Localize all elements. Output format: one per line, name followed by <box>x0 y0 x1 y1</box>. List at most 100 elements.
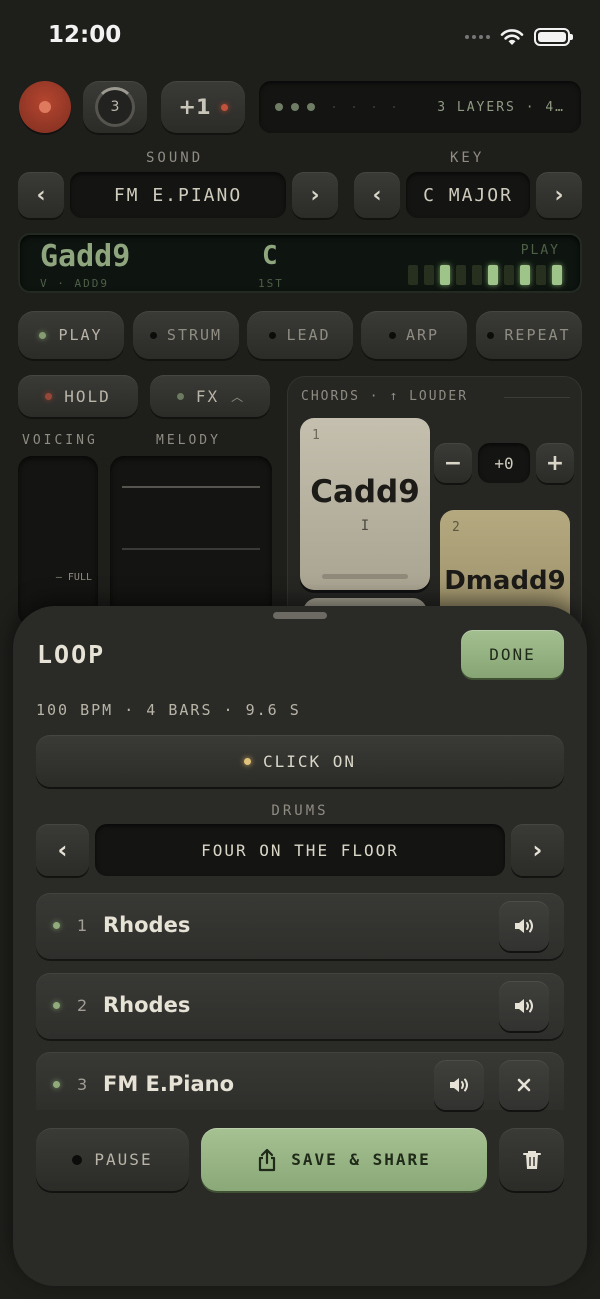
display-note: C <box>262 241 278 271</box>
track-row[interactable]: 1 Rhodes <box>36 893 564 959</box>
track-num: 2 <box>77 996 88 1015</box>
melody-line <box>122 548 260 550</box>
share-icon <box>259 1148 276 1171</box>
record-dot-icon <box>39 101 51 113</box>
pause-button[interactable]: PAUSE <box>36 1128 189 1191</box>
plus-one-led <box>220 103 228 111</box>
melody-pad[interactable] <box>110 456 272 626</box>
lead-led <box>269 331 277 339</box>
voicing-slider[interactable]: — FULL <box>18 456 98 626</box>
key-next-button[interactable]: › <box>536 172 582 218</box>
minus-icon: − <box>443 450 463 476</box>
chord-card-num: 1 <box>312 428 320 443</box>
track-num: 3 <box>77 1075 88 1094</box>
done-label: DONE <box>489 644 536 664</box>
fx-button[interactable]: FX ︿ <box>150 375 270 417</box>
chord-card-name: Cadd9 <box>310 474 420 510</box>
chevron-left-icon: ‹ <box>57 836 68 864</box>
status-icons <box>465 28 573 46</box>
delete-loop-button[interactable] <box>499 1128 564 1191</box>
chord-card-bar <box>322 574 408 579</box>
sound-value: FM E.PIANO <box>113 184 243 206</box>
drums-label: DRUMS <box>271 803 329 819</box>
mode-arp-button[interactable]: ARP <box>361 311 467 359</box>
layers-display[interactable]: 3 LAYERS · 4… <box>259 81 581 133</box>
key-prev-button[interactable]: ‹ <box>354 172 400 218</box>
track-row[interactable]: 2 Rhodes <box>36 973 564 1039</box>
hold-label: HOLD <box>64 386 111 406</box>
transpose-display: +0 <box>478 443 530 483</box>
track-num: 1 <box>77 916 88 935</box>
display-meter <box>408 265 562 285</box>
sheet-grabber[interactable] <box>273 612 327 619</box>
fx-label: FX <box>195 386 220 406</box>
sound-label: SOUND <box>146 150 204 166</box>
layers-text: 3 LAYERS · 4… <box>437 99 565 115</box>
pause-label: PAUSE <box>94 1150 153 1169</box>
chevron-right-icon: › <box>532 836 543 864</box>
track-mute-button[interactable] <box>434 1060 484 1110</box>
wifi-icon <box>500 29 524 45</box>
drums-next-button[interactable]: › <box>511 824 564 876</box>
speaker-icon <box>450 1078 468 1092</box>
speaker-icon <box>515 919 533 933</box>
key-label: KEY <box>450 150 485 166</box>
click-label: CLICK ON <box>262 751 357 771</box>
plus-icon: + <box>545 450 565 476</box>
count-badge: 3 <box>110 99 120 115</box>
click-toggle[interactable]: CLICK ON <box>36 735 564 787</box>
count-dial-button[interactable]: 3 <box>83 81 147 133</box>
track-led <box>53 922 60 929</box>
trash-icon <box>522 1150 541 1169</box>
speaker-icon <box>515 999 533 1013</box>
display-mode: PLAY <box>520 243 560 258</box>
track-name: Rhodes <box>103 993 191 1017</box>
mode-repeat-label: REPEAT <box>504 326 571 344</box>
chord-card-roman: I <box>360 518 370 534</box>
chords-header: CHORDS · ↑ LOUDER <box>301 389 469 404</box>
voicing-label: VOICING <box>22 433 98 448</box>
sound-display[interactable]: FM E.PIANO <box>70 172 286 218</box>
voicing-marker: — FULL <box>55 572 92 583</box>
mode-arp-label: ARP <box>405 326 440 344</box>
loop-info: 100 BPM · 4 BARS · 9.6 S <box>36 701 301 719</box>
sound-next-button[interactable]: › <box>292 172 338 218</box>
signal-icon <box>465 35 490 39</box>
loop-title: LOOP <box>37 640 106 669</box>
save-share-label: SAVE & SHARE <box>291 1150 431 1169</box>
transpose-up-button[interactable]: + <box>536 443 574 483</box>
chord-card-1[interactable]: 1 Cadd9 I <box>300 418 430 590</box>
track-row[interactable]: 3 FM E.Piano <box>36 1052 564 1110</box>
drums-display[interactable]: FOUR ON THE FLOOR <box>95 824 505 876</box>
track-led <box>53 1081 60 1088</box>
hold-button[interactable]: HOLD <box>18 375 138 417</box>
sound-prev-button[interactable]: ‹ <box>18 172 64 218</box>
chord-card-num: 2 <box>452 520 460 535</box>
chevron-left-icon: ‹ <box>36 182 46 208</box>
track-delete-button[interactable] <box>499 1060 549 1110</box>
display-note-sub: 1ST <box>258 277 284 290</box>
transpose-value: +0 <box>494 453 514 473</box>
play-led <box>39 331 47 339</box>
key-value: C MAJOR <box>423 184 513 206</box>
track-name: FM E.Piano <box>103 1072 235 1096</box>
record-button[interactable] <box>19 81 71 133</box>
mode-strum-button[interactable]: STRUM <box>133 311 239 359</box>
hold-led <box>45 392 53 400</box>
header-divider <box>504 397 570 398</box>
track-mute-button[interactable] <box>499 981 549 1031</box>
track-mute-button[interactable] <box>499 901 549 951</box>
transpose-down-button[interactable]: − <box>434 443 472 483</box>
pause-led <box>72 1154 83 1165</box>
done-button[interactable]: DONE <box>461 630 564 678</box>
mode-lead-label: LEAD <box>286 326 331 344</box>
mode-play-label: PLAY <box>58 326 103 344</box>
key-display[interactable]: C MAJOR <box>406 172 530 218</box>
plus-one-button[interactable]: +1 <box>161 81 245 133</box>
mode-lead-button[interactable]: LEAD <box>247 311 353 359</box>
mode-repeat-button[interactable]: REPEAT <box>476 311 582 359</box>
save-share-button[interactable]: SAVE & SHARE <box>201 1128 487 1191</box>
drums-prev-button[interactable]: ‹ <box>36 824 89 876</box>
repeat-led <box>487 331 495 339</box>
mode-play-button[interactable]: PLAY <box>18 311 124 359</box>
